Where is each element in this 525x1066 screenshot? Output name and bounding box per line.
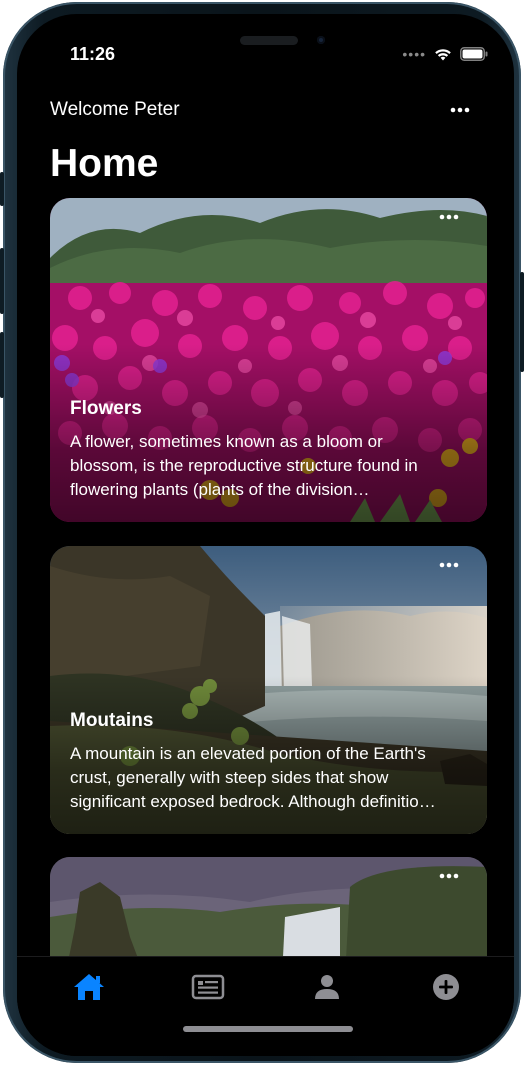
card-mountains[interactable]: Moutains A mountain is an elevated porti… [50,546,487,834]
tab-add[interactable] [426,971,466,1003]
signal-icon: •••• [402,46,426,62]
card-more-icon[interactable] [439,214,459,220]
battery-icon [460,47,488,61]
status-icons: •••• [402,47,488,61]
plus-circle-icon [433,974,459,1000]
card-description: A flower, sometimes known as a bloom or … [70,432,418,499]
tab-news[interactable] [188,971,228,1003]
volume-up-button [0,248,4,314]
notch [137,14,407,46]
card-title: Moutains [70,710,154,731]
tab-bar [17,956,514,1056]
home-indicator[interactable] [183,1026,353,1032]
home-icon [74,974,104,1000]
tab-profile[interactable] [307,971,347,1003]
volume-down-button [0,332,4,398]
person-icon [315,975,339,999]
status-time: 11:26 [70,44,116,64]
mute-switch [0,172,4,206]
page-title: Home [50,142,159,185]
card-title: Flowers [70,398,142,419]
screen: 11:26 •••• Welcome Peter Home Flowers A … [17,14,514,1056]
card-more-icon[interactable] [439,562,459,568]
newspaper-icon [191,974,225,1000]
tab-home[interactable] [69,971,109,1003]
more-options-icon[interactable] [450,107,470,113]
card-more-icon[interactable] [439,873,459,879]
wifi-icon [435,48,451,60]
phone-frame: 11:26 •••• Welcome Peter Home Flowers A … [0,2,524,1063]
card-description: A mountain is an elevated portion of the… [70,744,437,811]
speaker-grille [240,36,298,45]
front-camera [317,36,325,44]
welcome-text: Welcome Peter [50,99,180,120]
power-button [520,272,524,372]
card-flowers[interactable]: Flowers A flower, sometimes known as a b… [50,198,487,522]
